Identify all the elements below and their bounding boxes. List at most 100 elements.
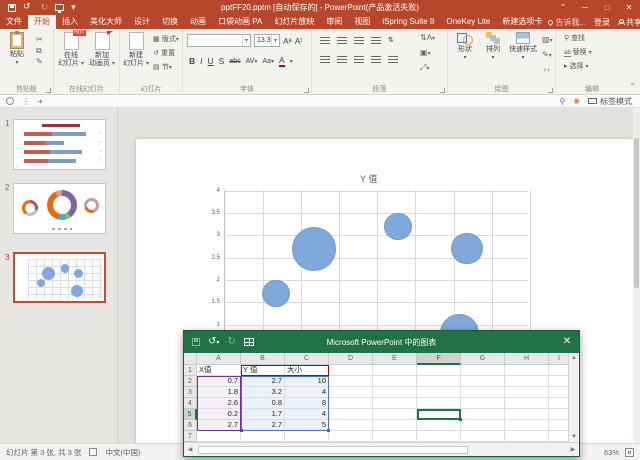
align-left-icon[interactable] (320, 56, 330, 63)
cell-I1[interactable] (549, 365, 570, 376)
new-slide-button[interactable]: 新建 幻灯片 ▾ (121, 32, 151, 68)
cell-D5[interactable] (329, 409, 373, 420)
tab-design[interactable]: 设计 (128, 15, 156, 29)
cell-F1[interactable] (417, 365, 461, 376)
scrollbar-thumb[interactable] (634, 138, 639, 288)
chevron-down-icon[interactable]: ▾ (242, 35, 250, 46)
cell-I7[interactable] (549, 431, 570, 442)
cell-G1[interactable] (461, 365, 505, 376)
excel-undo-icon[interactable]: ↺▾ (208, 336, 219, 348)
cell-D2[interactable] (329, 376, 373, 387)
range-handle[interactable] (240, 429, 243, 432)
tab-insert[interactable]: 插入 (56, 15, 84, 29)
tab-new-tab[interactable]: 新建选项卡 (496, 15, 548, 29)
scroll-up-icon[interactable]: ▲ (569, 353, 579, 363)
maximize-button[interactable]: □ (596, 0, 618, 15)
row-number-5[interactable]: 5 (184, 409, 197, 420)
align-center-icon[interactable] (337, 56, 347, 63)
tab-pocket-animation[interactable]: 口袋动画 PA (212, 15, 268, 29)
cell-D3[interactable] (329, 387, 373, 398)
cell-C5[interactable]: 4 (285, 409, 329, 420)
justify-icon[interactable] (371, 56, 381, 63)
cell-I3[interactable] (549, 387, 570, 398)
editor-scrollbar[interactable] (633, 108, 640, 443)
font-color-button[interactable]: A (279, 55, 285, 67)
cell-G4[interactable] (461, 398, 505, 409)
align-right-icon[interactable] (354, 56, 364, 63)
start-slideshow-icon[interactable] (55, 4, 65, 13)
settings-gear-icon[interactable]: ✺ (573, 97, 580, 106)
chart-title[interactable]: Y 值 (360, 172, 377, 185)
cell-H3[interactable] (505, 387, 549, 398)
customize-quick-access-icon[interactable]: ▾ (71, 3, 76, 12)
cell-G5[interactable] (461, 409, 505, 420)
font-name-combo[interactable]: ▾ (187, 34, 251, 47)
character-spacing-button[interactable]: AV▾ (246, 58, 258, 65)
excel-close-button[interactable]: ✕ (555, 331, 579, 353)
italic-button[interactable]: I (200, 56, 202, 66)
cell-C6[interactable]: 5 (285, 420, 329, 431)
zoom-level[interactable]: 63% (604, 448, 619, 457)
copy-icon[interactable]: ⧉ (36, 46, 43, 55)
tab-animations[interactable]: 动画 (184, 15, 212, 29)
select-all-corner[interactable] (184, 353, 197, 365)
tab-ispring[interactable]: iSpring Suite 8 (376, 15, 440, 29)
cell-E3[interactable] (373, 387, 417, 398)
close-button[interactable]: ✕ (618, 0, 640, 15)
cell-B4[interactable]: 0.8 (241, 398, 285, 409)
more-dots-icon[interactable]: ⋮ (22, 97, 30, 106)
label-mode-button[interactable]: 标签模式 (588, 96, 632, 107)
column-header-A[interactable]: A (197, 353, 241, 365)
cell-C4[interactable]: 8 (285, 398, 329, 409)
cut-icon[interactable]: ✂ (36, 35, 43, 44)
cell-F3[interactable] (417, 387, 461, 398)
cell-D7[interactable] (329, 431, 373, 442)
cell-B2[interactable]: 2.7 (241, 376, 285, 387)
undo-icon[interactable]: ↺▾ (23, 2, 34, 13)
cell-A1[interactable]: X值 (197, 365, 241, 376)
cell-H4[interactable] (505, 398, 549, 409)
ribbon-display-options-button[interactable]: ⌃ (552, 0, 574, 15)
numbering-icon[interactable] (337, 36, 347, 44)
tab-docer[interactable]: 美化大师 (84, 15, 128, 29)
tab-home[interactable]: 开始 (28, 15, 56, 29)
convert-smartart-icon[interactable]: ⤢▾ (420, 63, 435, 74)
chevron-down-icon[interactable]: ▾ (271, 35, 279, 46)
cell-D4[interactable] (329, 398, 373, 409)
scrollbar-thumb[interactable] (198, 445, 468, 454)
cell-F6[interactable] (417, 420, 461, 431)
cell-D1[interactable] (329, 365, 373, 376)
excel-save-icon[interactable] (192, 338, 200, 346)
font-color-dropdown[interactable]: ▾ (290, 58, 293, 65)
cell-A3[interactable]: 1.8 (197, 387, 241, 398)
row-number-6[interactable]: 6 (184, 420, 197, 431)
decrease-indent-icon[interactable] (354, 36, 364, 44)
cell-G3[interactable] (461, 387, 505, 398)
notes-icon[interactable] (89, 448, 98, 456)
sign-in-button[interactable]: 登录 (594, 17, 610, 28)
tell-me-box[interactable]: 告诉我... (548, 17, 586, 28)
cell-I6[interactable] (549, 420, 570, 431)
row-number-3[interactable]: 3 (184, 387, 197, 398)
shrink-font-button[interactable]: Aᵗ (295, 36, 303, 46)
drawing-dialog-launcher[interactable] (548, 88, 553, 93)
cell-A5[interactable]: 0.2 (197, 409, 241, 420)
select-button[interactable]: ▸ 选择 ▾ (564, 61, 588, 73)
cell-C1[interactable]: 大小 (285, 365, 329, 376)
tab-view[interactable]: 视图 (348, 15, 376, 29)
cell-G6[interactable] (461, 420, 505, 431)
strikethrough-button[interactable]: abc (229, 58, 240, 65)
tab-slideshow[interactable]: 幻灯片放映 (268, 15, 320, 29)
layout-button[interactable]: ▦ 版式▾ (153, 33, 179, 46)
column-header-D[interactable]: D (329, 353, 373, 365)
cell-C7[interactable] (285, 431, 329, 442)
fill-handle[interactable] (459, 418, 462, 421)
cell-F7[interactable] (417, 431, 461, 442)
slide-thumbnail-1[interactable]: ~ ~ ~ ~ (13, 119, 106, 170)
cell-A7[interactable] (197, 431, 241, 442)
align-text-icon[interactable]: ▣▾ (420, 48, 435, 59)
redo-icon[interactable]: ↻ (41, 3, 49, 12)
cell-C3[interactable]: 4 (285, 387, 329, 398)
cell-B3[interactable]: 3.2 (241, 387, 285, 398)
search-addin-icon[interactable]: ⚲ (559, 97, 565, 106)
